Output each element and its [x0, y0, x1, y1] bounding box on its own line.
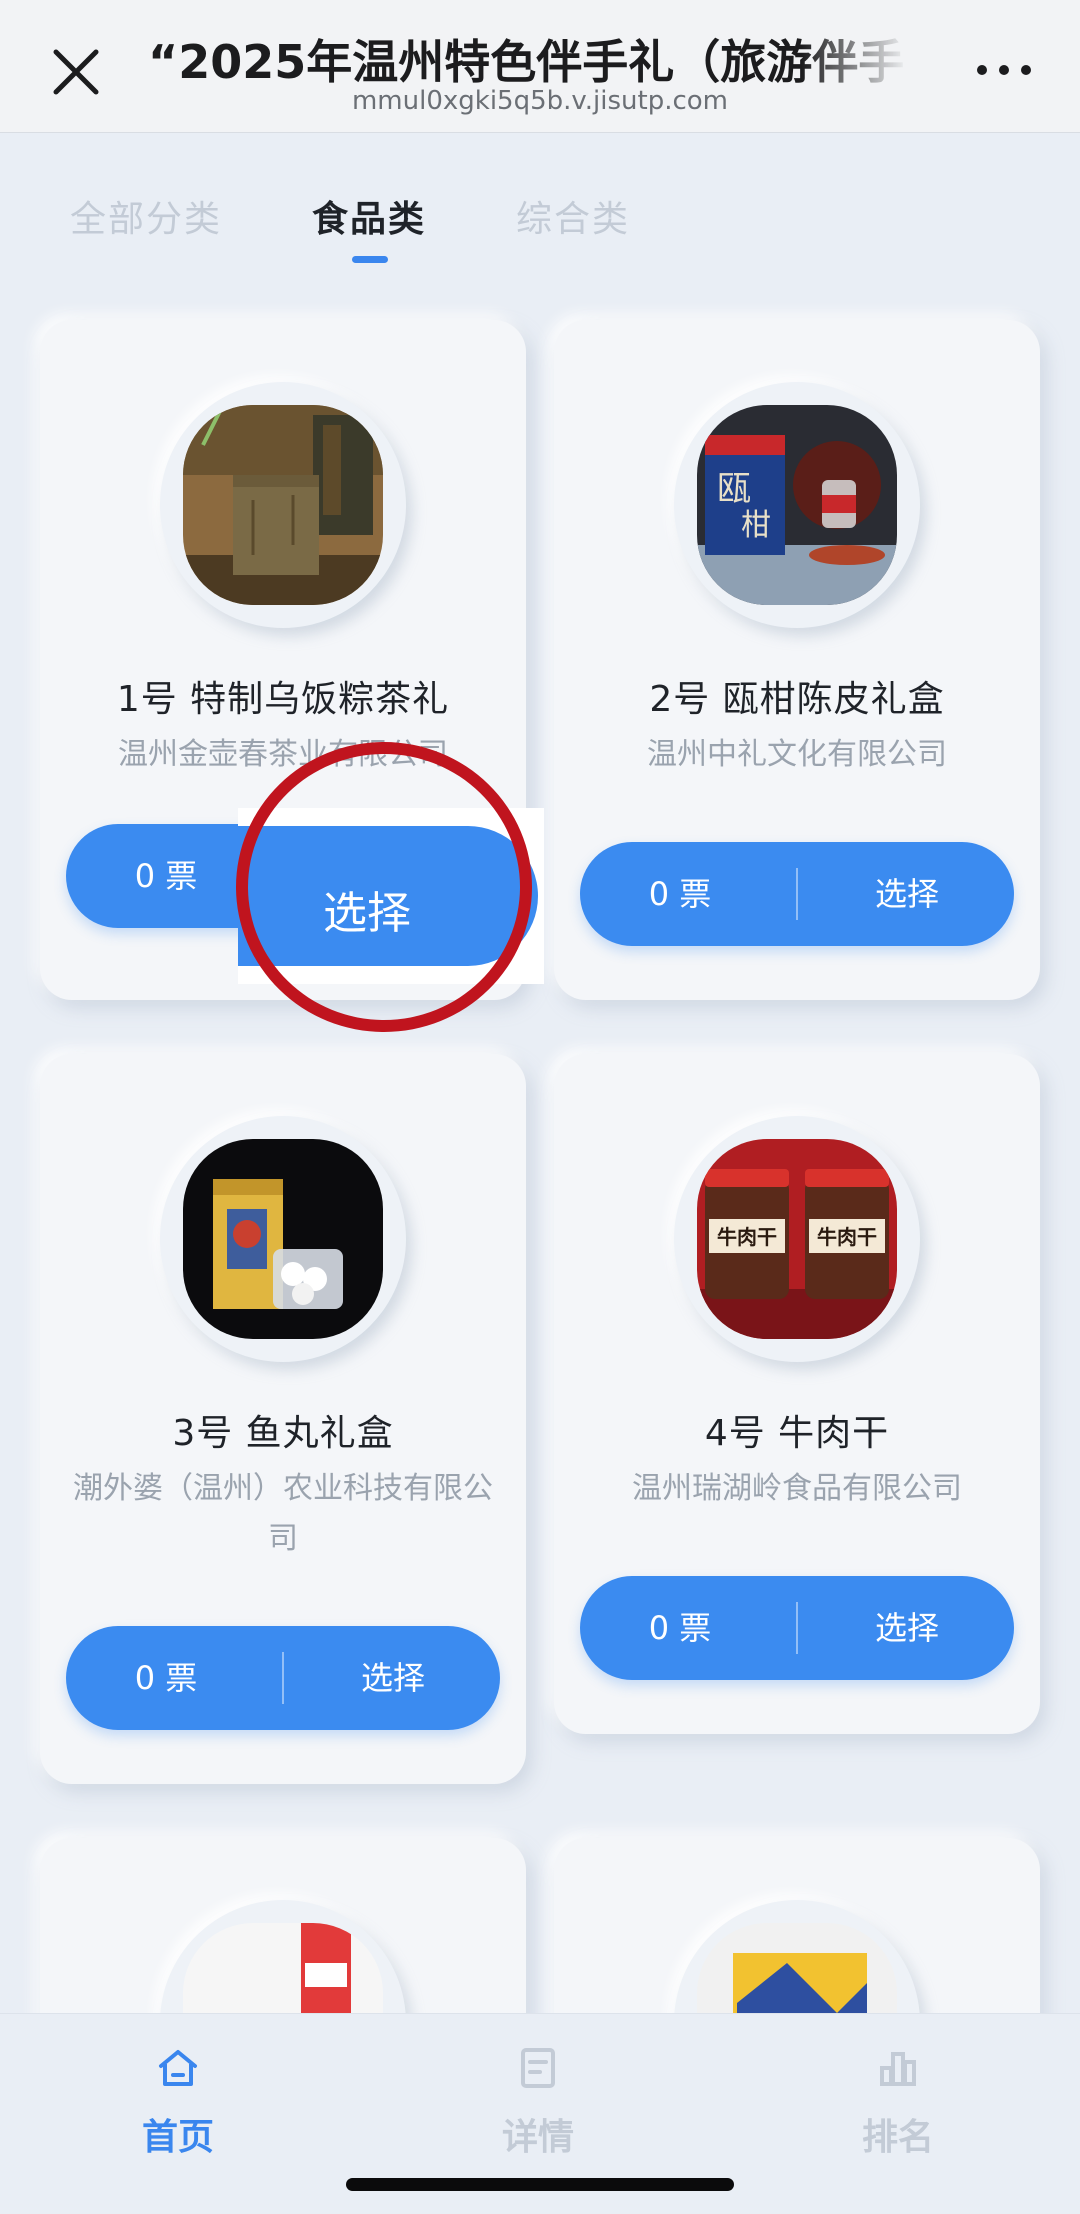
active-tab-indicator: [352, 256, 388, 263]
nav-item-details[interactable]: 详情: [438, 2028, 638, 2178]
product-card-3: 3号 鱼丸礼盒 潮外婆（温州）农业科技有限公司 0 票 选择: [40, 1054, 526, 1784]
nav-item-home[interactable]: 首页: [78, 2028, 278, 2178]
vote-divider: [796, 868, 798, 920]
tab-all-categories[interactable]: 全部分类: [70, 190, 222, 242]
jar-label: 牛肉干: [817, 1225, 877, 1249]
nav-item-ranking[interactable]: 排名: [798, 2028, 998, 2178]
document-icon: [521, 2048, 555, 2088]
product-image-frame: [160, 1116, 406, 1362]
vote-bar: 0 票 选择: [66, 1626, 500, 1730]
product-image-beef-jerky-jars: 牛肉干 牛肉干: [697, 1139, 897, 1339]
nav-label: 详情: [501, 2117, 574, 2158]
product-company: 温州瑞湖岭食品有限公司: [632, 1471, 962, 1506]
vote-divider: [796, 1602, 798, 1654]
product-image-tea-gift-box: [183, 405, 383, 605]
vote-divider: [282, 1652, 284, 1704]
page-url: mmul0xgki5q5b.v.jisutp.com: [351, 86, 729, 116]
product-card-4: 牛肉干 牛肉干 4号 牛肉干 温州瑞湖岭食品有限公司 0 票 选择: [554, 1054, 1040, 1734]
product-company: 潮外婆（温州）农业科技有限公司: [73, 1471, 493, 1556]
product-title: 1号 特制乌饭粽茶礼: [116, 679, 450, 720]
jar-label: 牛肉干: [717, 1225, 777, 1249]
product-image-frame: [160, 382, 406, 628]
browser-top-bar: “2025年温州特色伴手礼（旅游伴手 mmul0xgki5q5b.v.jisut…: [0, 0, 1080, 133]
svg-text:瓯: 瓯: [717, 469, 751, 509]
annotation-circle: [236, 742, 532, 1032]
product-image-fish-ball-gift-box: [183, 1139, 383, 1339]
vote-count: 0 票: [648, 875, 712, 913]
tab-general[interactable]: 综合类: [516, 190, 630, 242]
nav-label: 排名: [861, 2117, 934, 2158]
tab-food[interactable]: 食品类: [312, 190, 426, 242]
vote-bar: 0 票 选择: [580, 1576, 1014, 1680]
product-title: 2号 瓯柑陈皮礼盒: [649, 679, 945, 720]
product-company: 温州中礼文化有限公司: [647, 737, 947, 772]
product-image-frame: 瓯 柑: [674, 382, 920, 628]
home-indicator: [346, 2178, 734, 2191]
vote-bar: 0 票 选择: [580, 842, 1014, 946]
product-card-2: 瓯 柑 2号 瓯柑陈皮礼盒 温州中礼文化有限公司 0 票 选择: [554, 320, 1040, 1000]
svg-text:柑: 柑: [741, 508, 771, 543]
vote-count: 0 票: [134, 1659, 198, 1697]
home-icon: [159, 2050, 197, 2086]
bar-chart-icon: [880, 2052, 916, 2086]
category-tabs: 全部分类 食品类 综合类: [0, 190, 1080, 270]
vote-count: 0 票: [648, 1609, 712, 1647]
select-button[interactable]: 选择: [812, 842, 1002, 946]
product-title: 4号 牛肉干: [704, 1413, 890, 1454]
more-options-icon[interactable]: [972, 50, 1036, 90]
product-title: 3号 鱼丸礼盒: [172, 1413, 394, 1454]
product-image-tangerine-peel-gift-box: 瓯 柑: [697, 405, 897, 605]
product-image-frame: 牛肉干 牛肉干: [674, 1116, 920, 1362]
nav-label: 首页: [141, 2117, 214, 2158]
select-button[interactable]: 选择: [298, 1626, 488, 1730]
select-button[interactable]: 选择: [812, 1576, 1002, 1680]
